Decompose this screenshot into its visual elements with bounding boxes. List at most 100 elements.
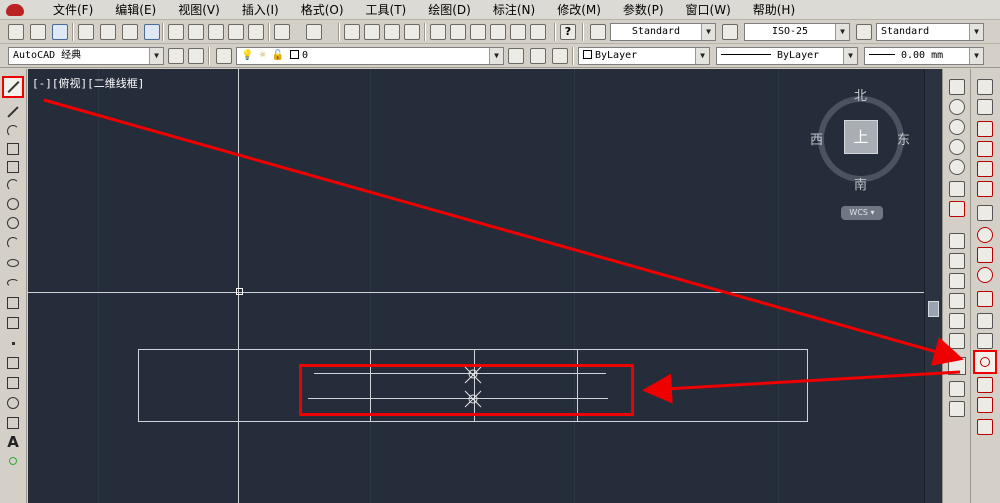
polyline-icon[interactable] [5,123,21,139]
zoom-window-icon[interactable] [949,233,965,249]
save-icon[interactable] [52,24,68,40]
snap-to-node-button[interactable] [973,350,997,374]
application-menu-button[interactable] [0,0,30,20]
globe-icon[interactable] [949,99,965,115]
compass-north[interactable]: 北 [854,85,867,104]
menu-view[interactable]: 视图(V) [167,0,231,20]
multiline-text-icon[interactable]: A [5,433,21,451]
wcs-menu-button[interactable]: WCS ▾ [841,206,883,220]
compass-south[interactable]: 南 [854,174,867,193]
circle-icon[interactable] [5,196,21,212]
zoom-center-icon[interactable] [949,293,965,309]
menu-file[interactable]: 文件(F) [42,0,104,20]
zoom-extents-icon[interactable] [949,401,965,417]
open-file-icon[interactable] [30,24,46,40]
snap-endpoint-icon[interactable] [977,121,993,137]
named-views-icon[interactable] [949,79,965,95]
lineweight-select[interactable]: 0.00 mm ▼ [864,47,984,65]
block-editor-icon[interactable] [248,24,264,40]
zoom-object-icon[interactable] [949,313,965,329]
snap-from-icon[interactable] [977,99,993,115]
cut-icon[interactable] [168,24,184,40]
3d-dwf-icon[interactable] [144,24,160,40]
point-icon[interactable] [5,335,21,351]
construction-line-icon[interactable] [5,104,21,120]
properties-icon[interactable] [430,24,446,40]
drawing-canvas[interactable]: [-][俯视][二维线框] 上 北 南 东 西 WCS ▾ [28,69,942,503]
zoom-all-icon[interactable] [949,381,965,397]
arc-icon[interactable] [5,177,21,193]
menu-dimension[interactable]: 标注(N) [482,0,546,20]
zoom-previous-icon[interactable] [404,24,420,40]
snap-nearest-icon[interactable] [977,377,993,393]
design-center-icon[interactable] [450,24,466,40]
viewcube-top-face[interactable]: 上 [844,120,878,154]
help-icon[interactable]: ? [560,24,576,40]
dimension-style-select[interactable]: ISO-25 ▼ [744,23,850,41]
viewport-label[interactable]: [-][俯视][二维线框] [32,75,144,91]
ucs-delete-icon[interactable] [949,201,965,217]
compass-east[interactable]: 东 [897,129,910,148]
snap-midpoint-icon[interactable] [977,141,993,157]
workspace-settings-icon[interactable] [168,48,184,64]
menu-window[interactable]: 窗口(W) [675,0,742,20]
hatch-icon[interactable] [5,355,21,371]
workspace-select[interactable]: AutoCAD 经典 ▼ [8,47,164,65]
print-icon[interactable] [78,24,94,40]
snap-insert-icon[interactable] [977,333,993,349]
layer-properties-icon[interactable] [216,48,232,64]
undo-icon[interactable] [274,24,290,40]
snap-extension-icon[interactable] [977,205,993,221]
menu-parametric[interactable]: 参数(P) [612,0,675,20]
menu-insert[interactable]: 插入(I) [231,0,290,20]
publish-icon[interactable] [122,24,138,40]
menu-format[interactable]: 格式(O) [290,0,355,20]
ucs-rotate-icon[interactable] [949,159,965,175]
text-style-select[interactable]: Standard ▼ [610,23,716,41]
layer-state-icon[interactable] [552,48,568,64]
zoom-window-icon[interactable] [384,24,400,40]
snap-parallel-icon[interactable] [977,313,993,329]
layer-select[interactable]: 💡 ☼ 🔓 0 ▼ [236,47,504,65]
ucs-world-icon[interactable] [949,119,965,135]
menu-help[interactable]: 帮助(H) [742,0,806,20]
vertical-scrollbar[interactable] [924,69,942,503]
snap-quadrant-icon[interactable] [977,247,993,263]
snap-perpendicular-icon[interactable] [977,291,993,307]
line-tool-button[interactable] [2,76,24,98]
make-block-icon[interactable] [5,315,21,331]
spline-icon[interactable] [5,235,21,251]
layer-previous-icon[interactable] [530,48,546,64]
snap-tangent-icon[interactable] [977,267,993,283]
redo-icon[interactable] [306,24,322,40]
zoom-out-icon[interactable] [948,357,966,375]
customize-icon[interactable] [188,48,204,64]
zoom-realtime-icon[interactable] [364,24,380,40]
menu-draw[interactable]: 绘图(D) [417,0,482,20]
zoom-in-icon[interactable] [949,333,965,349]
print-preview-icon[interactable] [100,24,116,40]
snap-none-icon[interactable] [977,397,993,413]
gradient-icon[interactable] [5,375,21,391]
sheet-set-icon[interactable] [490,24,506,40]
osnap-settings-icon[interactable] [977,419,993,435]
ellipse-icon[interactable] [5,255,21,271]
markup-icon[interactable] [510,24,526,40]
3d-box-icon[interactable] [949,181,965,197]
compass-west[interactable]: 西 [810,129,823,148]
pan-icon[interactable] [344,24,360,40]
temporary-track-icon[interactable] [977,79,993,95]
revision-cloud-icon[interactable] [5,215,21,231]
zoom-dynamic-icon[interactable] [949,253,965,269]
paste-icon[interactable] [208,24,224,40]
ucs-icon[interactable] [949,139,965,155]
scrollbar-thumb[interactable] [928,301,939,317]
ellipse-arc-icon[interactable] [5,275,21,291]
match-properties-icon[interactable] [228,24,244,40]
rectangle-icon[interactable] [5,159,21,175]
polygon-icon[interactable] [5,141,21,157]
quickcalc-icon[interactable] [530,24,546,40]
menu-tools[interactable]: 工具(T) [355,0,418,20]
menu-edit[interactable]: 编辑(E) [104,0,167,20]
color-select[interactable]: ByLayer ▼ [578,47,710,65]
